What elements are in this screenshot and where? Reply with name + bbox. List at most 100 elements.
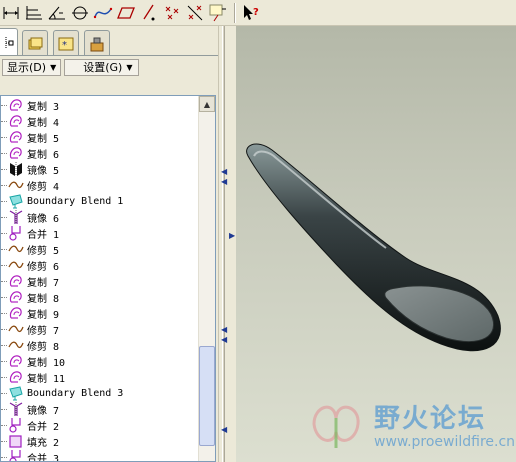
display-menu-label: 显示(D): [7, 61, 47, 74]
tree-item[interactable]: Boundary Blend 1: [1, 193, 198, 209]
tree-item[interactable]: 修剪 7: [1, 321, 198, 337]
tree-item[interactable]: 合并 1: [1, 225, 198, 241]
tree-item-label: 镜像 6: [27, 213, 60, 225]
collapse-left-icon[interactable]: ◀: [221, 168, 227, 176]
copy-icon: [8, 369, 24, 385]
panel-sash[interactable]: ◀ ◀ ▶ ◀ ◀ ◀: [218, 26, 236, 462]
tree-item-label: 复制 4: [27, 117, 60, 129]
plane-icon[interactable]: [115, 2, 137, 24]
tree-item[interactable]: 修剪 4: [1, 177, 198, 193]
tree-connector: [1, 392, 7, 394]
dim-horizontal-icon[interactable]: [0, 2, 22, 24]
copy-icon: [8, 353, 24, 369]
graphics-viewport[interactable]: 野火论坛 www.proewildfire.cn: [236, 26, 516, 462]
tree-item-label: 合并 1: [27, 229, 60, 241]
scrollbar-thumb[interactable]: [199, 346, 215, 446]
scroll-up-button[interactable]: ▲: [199, 96, 215, 112]
axis-points-icon[interactable]: [184, 2, 206, 24]
tree-item-label: 修剪 4: [27, 181, 60, 193]
mirror-icon: [8, 161, 24, 177]
tree-connector: [1, 232, 7, 234]
settings-menu-label: 设置(G): [83, 61, 123, 74]
tree-item-label: 修剪 7: [27, 325, 60, 337]
svg-text:?: ?: [253, 7, 259, 18]
model-tree-tab[interactable]: [0, 28, 18, 56]
chevron-down-icon: ▼: [126, 62, 133, 72]
tree-connector: [1, 328, 7, 330]
tree-scrollbar[interactable]: ▲: [198, 96, 215, 461]
tree-item[interactable]: 复制 5: [1, 129, 198, 145]
tree-connector: [1, 456, 7, 458]
merge-icon: [8, 449, 24, 461]
tree-connector: [1, 104, 7, 106]
tree-item-label: 修剪 8: [27, 341, 60, 353]
trim-icon: [8, 321, 24, 337]
merge-icon: [8, 225, 24, 241]
boundary-blend-icon: [8, 193, 24, 209]
tree-item-label: 复制 5: [27, 133, 60, 145]
tree-item-label: 复制 11: [27, 373, 66, 385]
fill-icon: [8, 433, 24, 449]
tree-connector: [1, 376, 7, 378]
trim-icon: [8, 177, 24, 193]
layer-tab[interactable]: *: [53, 30, 79, 56]
tree-item[interactable]: 修剪 6: [1, 257, 198, 273]
tree-item-label: 填充 2: [27, 437, 60, 449]
spline-curve-icon[interactable]: [92, 2, 114, 24]
help-cursor-icon[interactable]: ?: [240, 2, 262, 24]
tree-item[interactable]: 镜像 5: [1, 161, 198, 177]
expand-right-icon[interactable]: ▶: [229, 232, 235, 240]
svg-text:*: *: [62, 40, 67, 51]
sketch-bracket-icon[interactable]: [207, 2, 229, 24]
tree-item[interactable]: 合并 2: [1, 417, 198, 433]
merge-icon: [8, 417, 24, 433]
tree-item[interactable]: 复制 4: [1, 113, 198, 129]
tree-item[interactable]: 镜像 6: [1, 209, 198, 225]
tree-item[interactable]: 复制 10: [1, 353, 198, 369]
tree-item-label: 修剪 6: [27, 261, 60, 273]
dim-angle-icon[interactable]: [46, 2, 68, 24]
tree-item[interactable]: 复制 3: [1, 97, 198, 113]
collapse-left-icon[interactable]: ◀: [221, 326, 227, 334]
display-menu-button[interactable]: 显示(D) ▼: [2, 58, 62, 76]
tree-item[interactable]: 镜像 7: [1, 401, 198, 417]
folder-tab[interactable]: [22, 30, 48, 56]
settings-menu-button[interactable]: 设置(G) ▼: [64, 58, 140, 76]
circle-center-icon[interactable]: [69, 2, 91, 24]
copy-icon: [8, 129, 24, 145]
tree-item[interactable]: 修剪 5: [1, 241, 198, 257]
tree-item[interactable]: 合并 3: [1, 449, 198, 461]
tree-connector: [1, 296, 7, 298]
tree-connector: [1, 440, 7, 442]
tree-item-label: 复制 8: [27, 293, 60, 305]
navigator-panel: * 显示(D) ▼ 设置(G) ▼ 复制 3 复制 4 复制 5 复制 6 镜像 5 修剪…: [0, 26, 218, 462]
tree-item-label: 修剪 5: [27, 245, 60, 257]
tree-item[interactable]: 填充 2: [1, 433, 198, 449]
copy-icon: [8, 273, 24, 289]
tree-item[interactable]: 复制 9: [1, 305, 198, 321]
copy-icon: [8, 113, 24, 129]
watermark: 野火论坛 www.proewildfire.cn: [306, 394, 516, 462]
tree-item-label: Boundary Blend 1: [27, 195, 124, 207]
dim-baseline-icon[interactable]: [23, 2, 45, 24]
tree-connector: [1, 424, 7, 426]
tree-item[interactable]: 复制 7: [1, 273, 198, 289]
tree-item[interactable]: 复制 8: [1, 289, 198, 305]
collapse-left-icon[interactable]: ◀: [221, 336, 227, 344]
model-tree: 复制 3 复制 4 复制 5 复制 6 镜像 5 修剪 4 Boundary Blend 1…: [0, 95, 216, 462]
tree-connector: [1, 216, 7, 218]
tree-item[interactable]: 复制 6: [1, 145, 198, 161]
points-icon[interactable]: [161, 2, 183, 24]
tree-item-label: 复制 3: [27, 101, 60, 113]
tree-item[interactable]: 复制 11: [1, 369, 198, 385]
navigator-menubar: 显示(D) ▼ 设置(G) ▼: [0, 57, 218, 77]
tools-tab[interactable]: [84, 30, 110, 56]
tree-item[interactable]: 修剪 8: [1, 337, 198, 353]
copy-icon: [8, 145, 24, 161]
collapse-left-icon[interactable]: ◀: [221, 178, 227, 186]
toolbar-separator: [234, 2, 236, 23]
tree-item[interactable]: Boundary Blend 3: [1, 385, 198, 401]
line-point-icon[interactable]: [138, 2, 160, 24]
tree-item-label: 复制 6: [27, 149, 60, 161]
collapse-left-icon[interactable]: ◀: [221, 426, 227, 434]
